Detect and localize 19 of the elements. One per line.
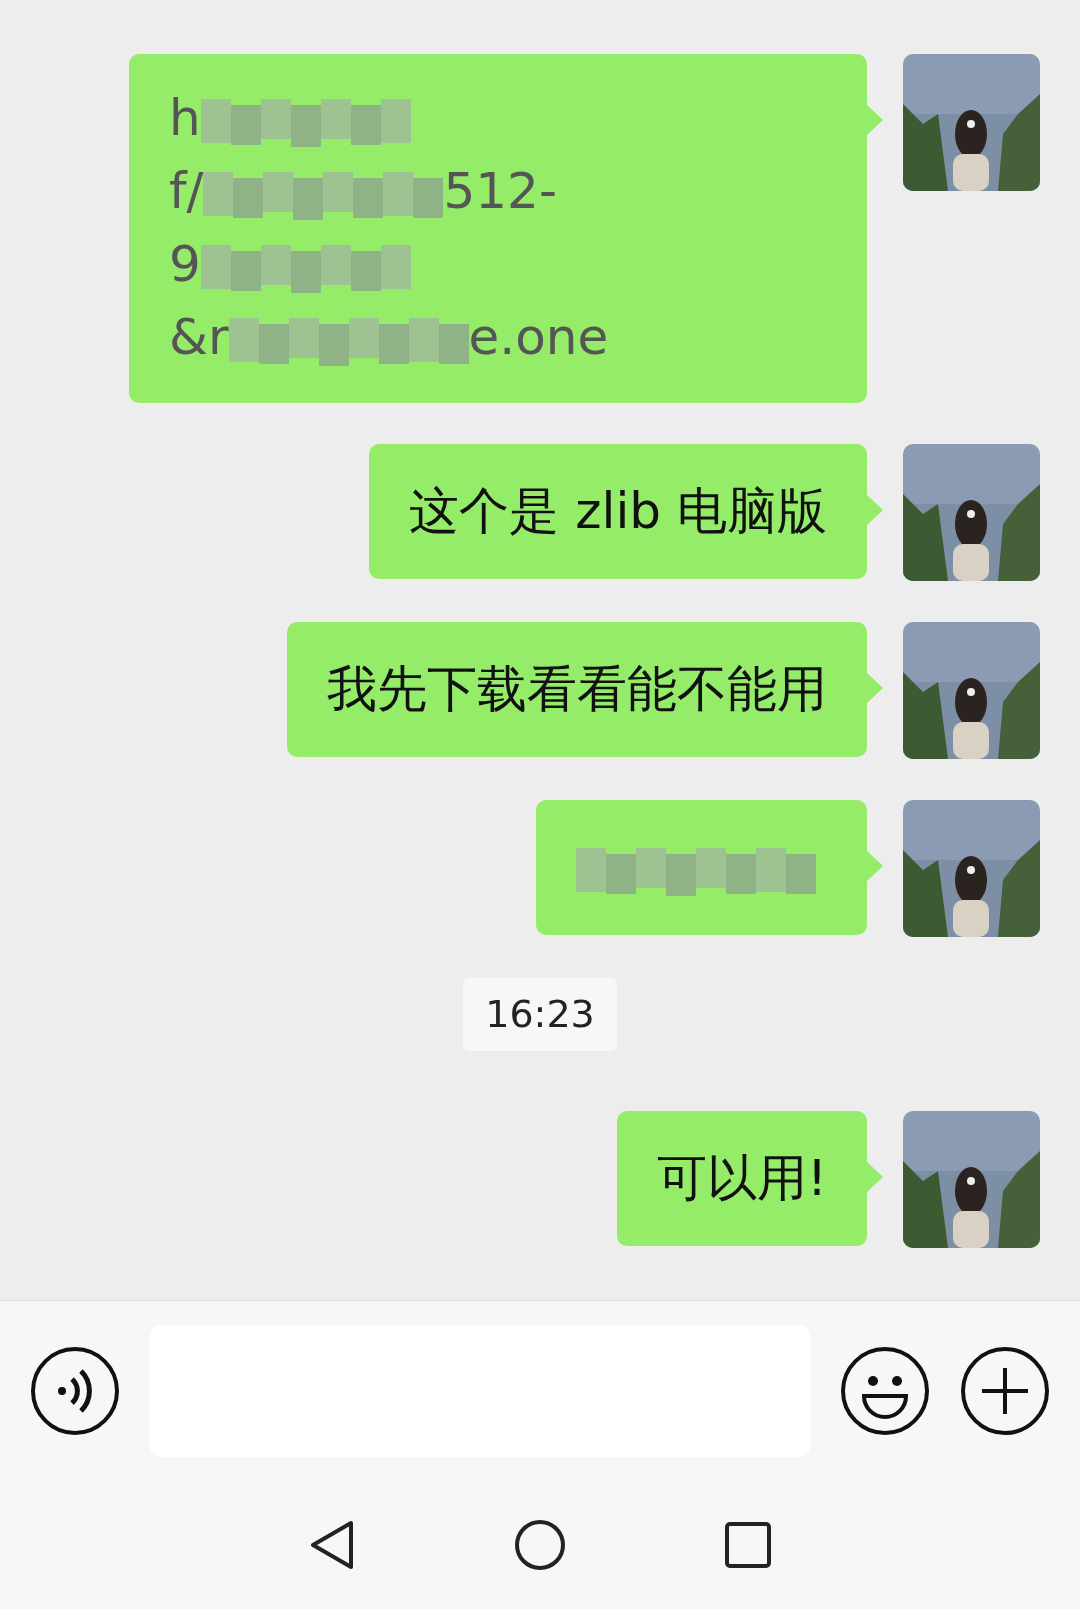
plus-icon[interactable]	[960, 1345, 1050, 1436]
link-fragment: 512-	[443, 162, 557, 220]
link-fragment: f/	[169, 162, 204, 220]
link-fragment: h	[169, 89, 201, 147]
emoji-icon[interactable]	[840, 1345, 930, 1436]
back-icon[interactable]	[309, 1519, 356, 1570]
bubble-tail	[866, 1161, 883, 1193]
message-bubble: 我先下载看看能不能用	[287, 622, 867, 757]
message-bubble: 这个是 zlib 电脑版	[369, 444, 867, 579]
message-bubble: 可以用!	[616, 1111, 867, 1246]
link-fragment: &r	[169, 308, 229, 366]
link-fragment: e.one	[468, 308, 609, 366]
link-fragment: 9	[169, 235, 201, 293]
voice-icon[interactable]	[30, 1345, 120, 1436]
recents-icon[interactable]	[724, 1521, 771, 1568]
timestamp: 16:23	[463, 978, 617, 1051]
bubble-tail	[866, 672, 883, 704]
home-icon[interactable]	[514, 1518, 566, 1571]
bubble-tail	[866, 494, 883, 526]
